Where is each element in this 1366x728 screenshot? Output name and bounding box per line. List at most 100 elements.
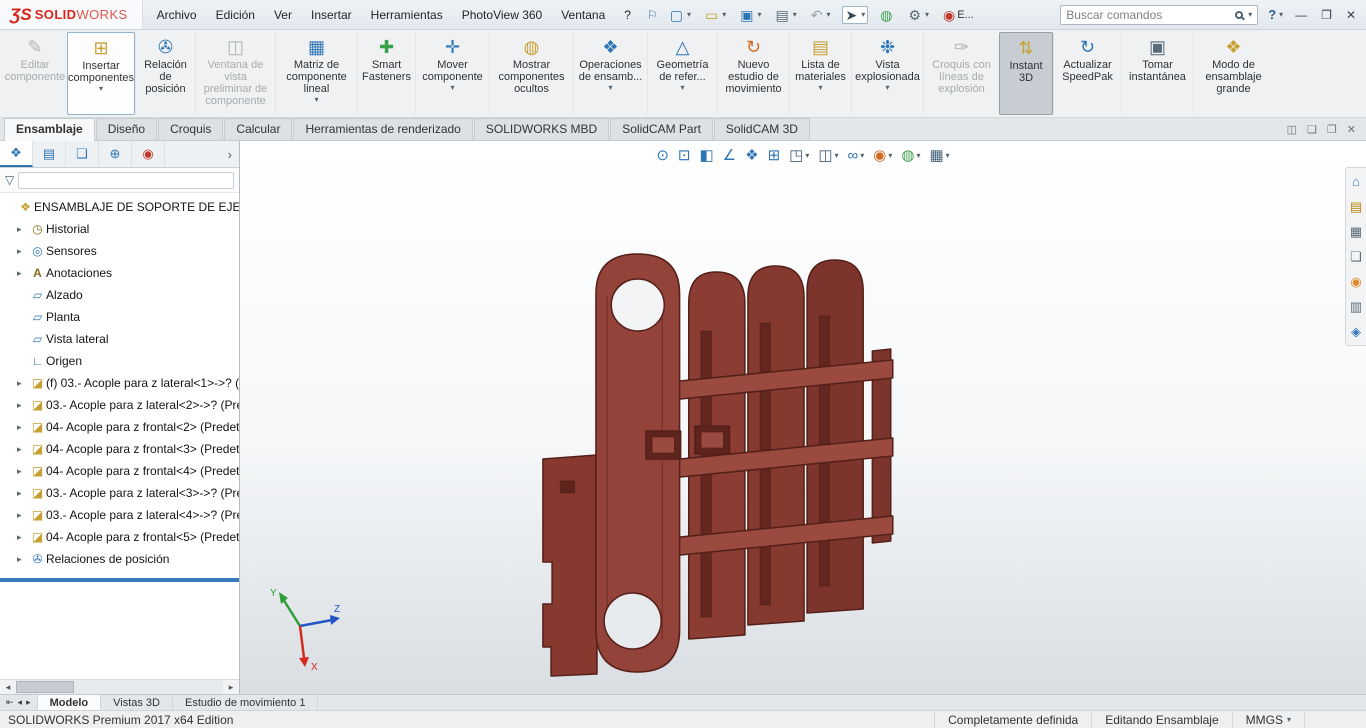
tree-item[interactable]: ▸ ◪ 03.- Acople para z lateral<2>->? (Pr… — [0, 394, 239, 416]
design-library-icon[interactable]: ▤ — [1350, 200, 1362, 213]
menu-ayuda[interactable]: ? — [624, 8, 631, 22]
measure-icon[interactable]: ∠ ▾ — [723, 148, 736, 164]
feature-manager-tab[interactable]: ❖ — [0, 141, 33, 167]
update-speedpak-button[interactable]: ↻ Actualizar SpeedPak ▾ — [1053, 32, 1121, 115]
filter-input[interactable] — [18, 171, 234, 189]
tree-item[interactable]: ▸ ◎ Sensores — [0, 240, 239, 262]
tree-item[interactable]: ▸ ◪ 03.- Acople para z lateral<4>->? (Pr… — [0, 504, 239, 526]
assembly-features-button[interactable]: ❖ Operaciones de ensamb... ▾ — [573, 32, 647, 115]
save-icon[interactable]: ▣ ▾ — [738, 7, 763, 23]
expand-arrow-icon[interactable]: ▸ — [17, 224, 29, 235]
expand-arrow-icon[interactable]: ▸ — [17, 400, 29, 411]
tree-item[interactable]: ▸ ❖ ENSAMBLAJE DE SOPORTE DE EJE Z (Pre — [0, 196, 239, 218]
menu-photoview-360[interactable]: PhotoView 360 — [462, 8, 543, 22]
large-assembly-mode-button[interactable]: ❖ Modo de ensamblaje grande ▾ — [1193, 32, 1273, 115]
tab-diseno[interactable]: Diseño — [95, 118, 158, 140]
component-preview-window-button[interactable]: ◫ Ventana de vista preliminar de compone… — [195, 32, 275, 115]
search-dropdown-icon[interactable]: ▾ — [1248, 10, 1252, 19]
pane-float-icon[interactable]: ❐ — [1327, 123, 1337, 136]
expand-arrow-icon[interactable]: ▸ — [17, 488, 29, 499]
view-settings-icon[interactable]: ▦ ▾ — [929, 148, 949, 164]
expand-arrow-icon[interactable]: ▸ — [17, 268, 29, 279]
expand-arrow-icon[interactable]: ▸ — [17, 246, 29, 257]
tab-vistas-3d[interactable]: Vistas 3D — [101, 695, 173, 710]
file-explorer-icon[interactable]: ▦ — [1350, 225, 1362, 238]
model-3d[interactable] — [240, 141, 1366, 694]
pane-maximize-icon[interactable]: ❏ — [1307, 123, 1317, 136]
appearances-icon[interactable]: ◉ — [1350, 275, 1361, 288]
tab-ensamblaje[interactable]: Ensamblaje — [4, 118, 95, 141]
tab-calcular[interactable]: Calcular — [224, 118, 293, 140]
pane-arrange-icon[interactable]: ◫ — [1287, 123, 1297, 136]
options-gear-icon[interactable]: ⚙ ▾ — [906, 7, 931, 23]
tab-modelo[interactable]: Modelo — [37, 695, 102, 710]
graphics-viewport[interactable]: ⊙ ▾ ⊡ ▾ ◧ ▾ ∠ ▾ ❖ — [240, 141, 1366, 694]
tree-item[interactable]: ▸ ✇ Relaciones de posición — [0, 548, 239, 570]
tab-herramientas-renderizado[interactable]: Herramientas de renderizado — [293, 118, 473, 140]
scroll-right-icon[interactable]: ▸ — [223, 682, 239, 693]
tree-item[interactable]: ▸ ◪ 04- Acople para z frontal<3> (Predet — [0, 438, 239, 460]
menu-edicion[interactable]: Edición — [216, 8, 255, 22]
tree-item[interactable]: ▸ ▱ Alzado — [0, 284, 239, 306]
zoom-to-area-icon[interactable]: ⊡ ▾ — [678, 148, 691, 164]
view-palette-icon[interactable]: ❏ — [1350, 250, 1362, 263]
tree-item[interactable]: ▸ ▱ Vista lateral — [0, 328, 239, 350]
configuration-manager-tab[interactable]: ❏ — [66, 141, 99, 167]
rebuild-icon[interactable]: ◍ ▾ — [878, 7, 896, 23]
new-motion-study-button[interactable]: ↻ Nuevo estudio de movimiento ▾ — [717, 32, 789, 115]
scroll-tabs-left-icon[interactable]: ◂ — [18, 697, 23, 708]
undo-icon[interactable]: ↶ ▾ — [809, 7, 833, 23]
instant-3d-button[interactable]: ⇅ Instant 3D ▾ — [999, 32, 1053, 115]
display-states-icon[interactable]: ⊞ ▾ — [768, 148, 781, 164]
filter-icon[interactable]: ▽ — [5, 173, 14, 187]
expand-arrow-icon[interactable]: ▸ — [17, 510, 29, 521]
scroll-tabs-right-icon[interactable]: ▸ — [26, 697, 31, 708]
view-orientation-icon[interactable]: ◳ ▾ — [789, 148, 809, 164]
menu-ver[interactable]: Ver — [274, 8, 292, 22]
tree-item[interactable]: ▸ ◷ Historial — [0, 218, 239, 240]
property-manager-tab[interactable]: ▤ — [33, 141, 66, 167]
home-icon[interactable]: ⌂ — [1352, 175, 1360, 188]
menu-archivo[interactable]: Archivo — [157, 8, 197, 22]
tab-estudio-de-movimiento-1[interactable]: Estudio de movimiento 1 — [173, 695, 319, 710]
section-view-icon[interactable]: ◧ ▾ — [699, 148, 713, 164]
mate-button[interactable]: ✇ Relación de posición ▾ — [135, 32, 195, 115]
pane-splitter-icon[interactable]: ⇤ — [6, 697, 14, 708]
tree-item[interactable]: ▸ ◪ 04- Acople para z frontal<2> (Predet — [0, 416, 239, 438]
rollback-bar[interactable] — [0, 578, 239, 582]
scroll-left-icon[interactable]: ◂ — [0, 682, 16, 693]
expand-arrow-icon[interactable]: ▸ — [17, 532, 29, 543]
tab-solidworks-mbd[interactable]: SOLIDWORKS MBD — [473, 118, 610, 140]
explode-line-sketch-button[interactable]: ✑ Croquis con líneas de explosión ▾ — [923, 32, 999, 115]
minimize-button[interactable]: — — [1295, 8, 1307, 22]
expand-arrow-icon[interactable]: ▸ — [17, 422, 29, 433]
new-document-icon[interactable]: ▢ ▾ — [668, 7, 693, 23]
dimxpert-manager-tab[interactable]: ⊕ — [99, 141, 132, 167]
tree-item[interactable]: ▸ ◪ 04- Acople para z frontal<4> (Predet — [0, 460, 239, 482]
status-units[interactable]: MMGS ▾ — [1231, 711, 1304, 728]
pin-icon[interactable]: ⚐ — [647, 8, 658, 22]
panel-flyout-icon[interactable]: › — [221, 141, 239, 167]
bill-of-materials-button[interactable]: ▤ Lista de materiales ▾ — [789, 32, 851, 115]
expand-arrow-icon[interactable]: ▸ — [17, 554, 29, 565]
display-manager-tab[interactable]: ◉ — [132, 141, 165, 167]
open-icon[interactable]: ▭ ▾ — [703, 7, 728, 23]
expand-arrow-icon[interactable]: ▸ — [17, 466, 29, 477]
tab-solidcam-part[interactable]: SolidCAM Part — [610, 118, 713, 140]
reference-geometry-button[interactable]: △ Geometría de refer... ▾ — [647, 32, 717, 115]
close-button[interactable]: ✕ — [1346, 8, 1356, 22]
menu-herramientas[interactable]: Herramientas — [371, 8, 443, 22]
tree-horizontal-scrollbar[interactable]: ◂ ▸ — [0, 679, 239, 694]
show-hidden-components-button[interactable]: ◍ Mostrar componentes ocultos ▾ — [489, 32, 573, 115]
move-component-button[interactable]: ✛ Mover componente ▾ — [415, 32, 489, 115]
tree-item[interactable]: ▸ A Anotaciones — [0, 262, 239, 284]
edit-appearance-icon[interactable]: ◉ ▾ — [873, 148, 892, 164]
pane-close-icon[interactable]: ✕ — [1347, 123, 1356, 136]
take-snapshot-button[interactable]: ▣ Tomar instantánea ▾ — [1121, 32, 1193, 115]
insert-components-button[interactable]: ⊞ Insertar componentes ▾ — [67, 32, 135, 115]
tab-croquis[interactable]: Croquis — [158, 118, 224, 140]
expand-arrow-icon[interactable]: ▸ — [17, 378, 29, 389]
assembly-visualization-icon[interactable]: ❖ ▾ — [745, 148, 758, 164]
zoom-to-fit-icon[interactable]: ⊙ ▾ — [656, 148, 669, 164]
forum-icon[interactable]: ◈ — [1351, 325, 1361, 338]
